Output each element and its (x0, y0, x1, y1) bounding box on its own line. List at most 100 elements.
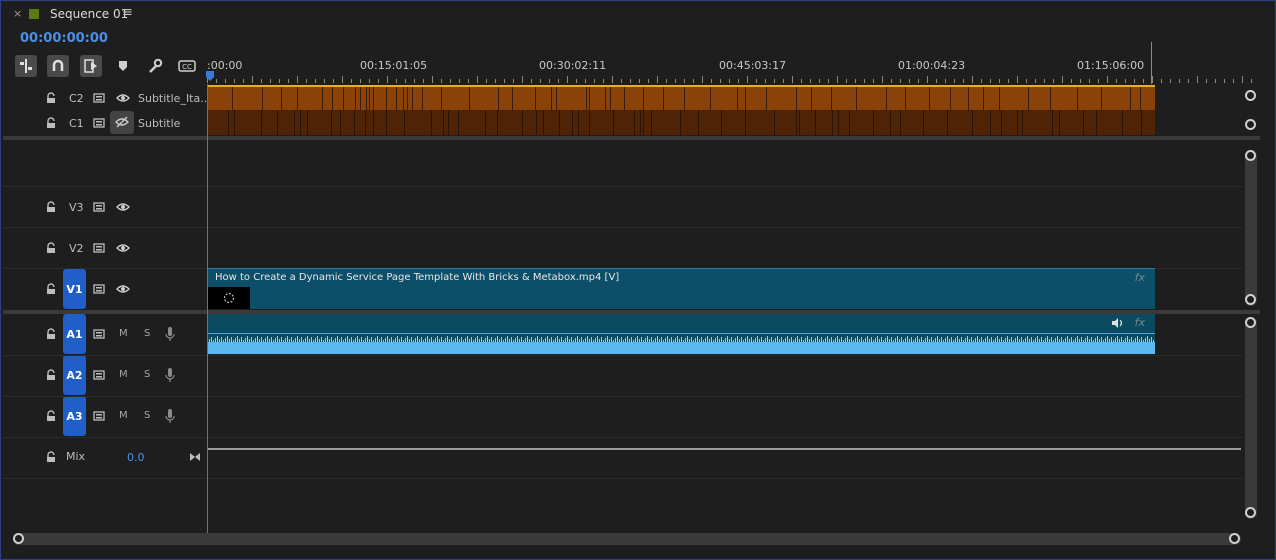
lock-icon[interactable] (45, 117, 57, 129)
sync-lock-icon[interactable] (93, 328, 105, 340)
scroll-handle[interactable] (1245, 294, 1256, 305)
waveform-peak (1123, 340, 1124, 342)
lock-icon[interactable] (45, 283, 57, 295)
vertical-scrollbar-video[interactable] (1245, 150, 1257, 306)
source-patch-v1[interactable]: V1 (63, 269, 86, 309)
waveform-peak (761, 337, 762, 342)
playhead-timecode[interactable]: 00:00:00:00 (20, 31, 108, 46)
video-clip[interactable]: How to Create a Dynamic Service Page Tem… (207, 268, 1155, 309)
playhead-handle[interactable] (205, 70, 215, 82)
caption-boundary (796, 110, 797, 135)
subtitle-clip-c1[interactable] (207, 110, 1155, 135)
source-patch-a1[interactable]: A1 (63, 314, 86, 354)
eye-icon[interactable] (116, 201, 130, 213)
waveform-peak (627, 336, 628, 342)
track-id[interactable]: V2 (69, 242, 84, 255)
track-name[interactable]: Subtitle_Ita... (138, 92, 211, 105)
snap-button[interactable] (47, 55, 69, 77)
track-name[interactable]: Subtitle (138, 117, 180, 130)
source-patch-a2[interactable]: A2 (63, 355, 86, 395)
waveform-peak (711, 337, 712, 342)
linked-selection-button[interactable] (80, 55, 102, 77)
ruler-label: 00:45:03:17 (719, 59, 787, 72)
add-marker-button[interactable] (112, 55, 134, 77)
microphone-icon[interactable] (165, 408, 175, 424)
snap-in-sequence-button[interactable] (15, 55, 37, 77)
captions-button[interactable]: CC (176, 55, 198, 77)
waveform-peak (1139, 339, 1140, 342)
waveform-peak (701, 337, 702, 342)
tab-title[interactable]: Sequence 01 (50, 7, 128, 21)
mute-button[interactable]: M (119, 410, 128, 421)
lock-icon[interactable] (45, 451, 57, 463)
scroll-handle[interactable] (1245, 90, 1256, 101)
timeline-settings-button[interactable] (144, 55, 166, 77)
scroll-handle[interactable] (1245, 317, 1256, 328)
scroll-handle[interactable] (1245, 507, 1256, 518)
audio-clip[interactable]: fx (207, 314, 1155, 354)
lock-icon[interactable] (45, 242, 57, 254)
sync-lock-icon[interactable] (93, 369, 105, 381)
waveform-peak (301, 337, 302, 342)
waveform-peak (543, 340, 544, 342)
mute-button[interactable]: M (119, 328, 128, 339)
source-patch-a3[interactable]: A3 (63, 396, 86, 436)
lock-icon[interactable] (45, 410, 57, 422)
scroll-handle-right[interactable] (1229, 533, 1240, 544)
waveform-peak (393, 340, 394, 342)
lock-icon[interactable] (45, 92, 57, 104)
waveform-peak (345, 338, 346, 342)
track-id[interactable]: V3 (69, 201, 84, 214)
scroll-handle[interactable] (1245, 119, 1256, 130)
track-divider[interactable] (3, 136, 1260, 140)
track-separator (3, 355, 1243, 356)
waveform-peak (911, 337, 912, 342)
waveform-peak (329, 339, 330, 342)
waveform-peak (757, 336, 758, 342)
subtitle-clip-c2[interactable] (207, 85, 1155, 110)
sync-lock-icon[interactable] (93, 117, 105, 129)
lock-icon[interactable] (45, 369, 57, 381)
solo-button[interactable]: S (144, 369, 150, 380)
sync-lock-icon[interactable] (93, 410, 105, 422)
vertical-scrollbar-subtitles[interactable] (1245, 90, 1257, 130)
waveform-peak (857, 336, 858, 342)
panel-menu-icon[interactable]: ≡ (122, 5, 133, 20)
caption-boundary (559, 110, 560, 135)
microphone-icon[interactable] (165, 367, 175, 383)
playhead-line[interactable] (207, 84, 208, 534)
waveform-peak (1135, 338, 1136, 342)
waveform-peak (887, 336, 888, 342)
solo-button[interactable]: S (144, 328, 150, 339)
waveform-peak (285, 338, 286, 342)
solo-button[interactable]: S (144, 410, 150, 421)
sync-lock-icon[interactable] (93, 201, 105, 213)
toggle-output-button[interactable] (110, 111, 134, 134)
sync-lock-icon[interactable] (93, 283, 105, 295)
vertical-scrollbar-audio[interactable] (1245, 317, 1257, 519)
waveform-peak (217, 336, 218, 342)
time-ruler[interactable] (207, 72, 1257, 84)
scroll-handle-left[interactable] (13, 533, 24, 544)
sync-lock-icon[interactable] (93, 92, 105, 104)
mix-volume-value[interactable]: 0.0 (127, 451, 145, 464)
waveform-peak (1149, 339, 1150, 342)
microphone-icon[interactable] (165, 326, 175, 342)
waveform-peak (251, 337, 252, 342)
scroll-handle[interactable] (1245, 150, 1256, 161)
lock-icon[interactable] (45, 201, 57, 213)
horizontal-scrollbar[interactable] (13, 533, 1241, 545)
eye-icon[interactable] (116, 242, 130, 254)
eye-icon[interactable] (116, 92, 130, 104)
go-to-end-icon[interactable] (189, 452, 201, 462)
waveform-peak (989, 339, 990, 342)
close-tab-button[interactable]: × (13, 8, 22, 20)
mute-button[interactable]: M (119, 369, 128, 380)
waveform-peak (933, 340, 934, 342)
eye-icon[interactable] (116, 283, 130, 295)
waveform-peak (575, 338, 576, 342)
lock-icon[interactable] (45, 328, 57, 340)
sync-lock-icon[interactable] (93, 242, 105, 254)
waveform-peak (755, 338, 756, 342)
mix-volume-line[interactable] (207, 448, 1241, 450)
